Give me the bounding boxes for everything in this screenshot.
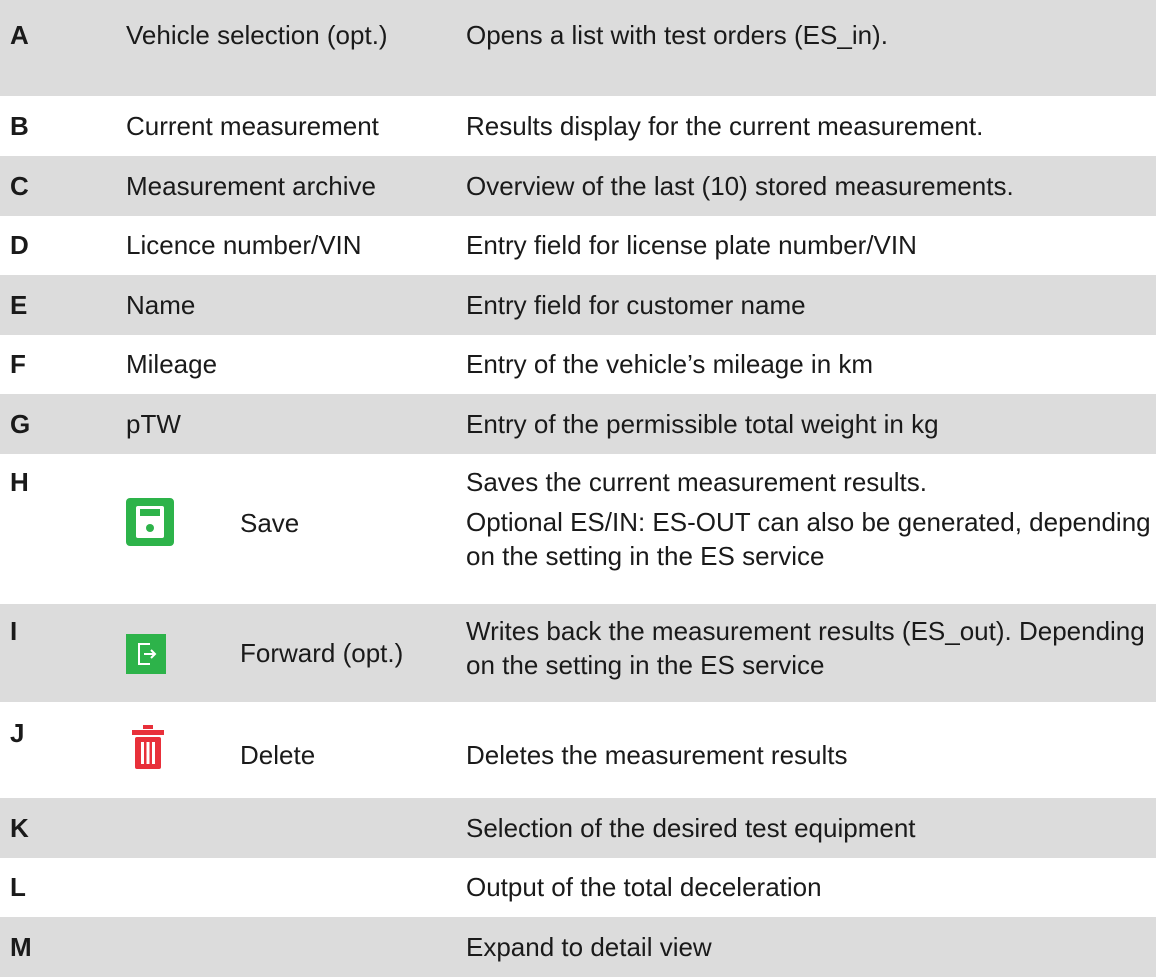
description-text: Entry field for license plate number/VIN <box>466 230 917 260</box>
legend-row-d: D Licence number/VIN Entry field for lic… <box>0 216 1156 275</box>
row-label: Vehicle selection (opt.) <box>126 20 388 50</box>
row-label: Delete <box>240 740 316 770</box>
row-key: C <box>10 171 29 201</box>
row-description: Entry field for license plate number/VIN <box>466 228 1156 262</box>
row-key: I <box>10 616 18 646</box>
legend-row-h: H Save Saves the current measurement res… <box>0 454 1156 604</box>
row-key: M <box>10 932 32 962</box>
row-key: K <box>10 813 29 843</box>
row-description: Entry of the permissible total weight in… <box>466 407 1156 441</box>
row-description: Expand to detail view <box>466 930 1156 964</box>
description-text: Selection of the desired test equipment <box>466 813 916 843</box>
row-label: Measurement archive <box>126 171 376 201</box>
row-label: Current measurement <box>126 111 379 141</box>
row-description: Writes back the measurement results (ES_… <box>466 614 1156 682</box>
row-key: H <box>10 467 29 497</box>
row-label: Mileage <box>126 349 218 379</box>
row-label: Licence number/VIN <box>126 230 362 260</box>
row-description: Output of the total deceleration <box>466 870 1156 904</box>
legend-row-g: G pTW Entry of the permissible total wei… <box>0 394 1156 454</box>
legend-row-m: M Expand to detail view <box>0 917 1156 977</box>
row-key: D <box>10 230 29 260</box>
row-description: Selection of the desired test equipment <box>466 811 1156 845</box>
row-label: pTW <box>126 409 181 439</box>
row-description: Saves the current measurement results. O… <box>466 465 1156 573</box>
legend-row-j: J Delete Deletes the measurement results <box>0 702 1156 798</box>
row-key: E <box>10 290 28 320</box>
row-key: B <box>10 111 29 141</box>
legend-row-f: F Mileage Entry of the vehicle’s mileage… <box>0 335 1156 394</box>
legend-row-e: E Name Entry field for customer name <box>0 275 1156 335</box>
row-description: Entry field for customer name <box>466 288 1156 322</box>
legend-row-k: K Selection of the desired test equipmen… <box>0 798 1156 858</box>
row-key: L <box>10 872 26 902</box>
legend-row-a: A Vehicle selection (opt.) Opens a list … <box>0 0 1156 96</box>
row-description: Results display for the current measurem… <box>466 109 1156 143</box>
description-text: Optional ES/IN: ES-OUT can also be gener… <box>466 507 1151 571</box>
row-label: Forward (opt.) <box>240 638 404 668</box>
description-text: Entry of the permissible total weight in… <box>466 409 939 439</box>
description-text: Deletes the measurement results <box>466 740 848 770</box>
row-description: Entry of the vehicle’s mileage in km <box>466 347 1156 381</box>
delete-icon <box>126 725 170 769</box>
forward-icon <box>126 634 166 674</box>
legend-row-l: L Output of the total deceleration <box>0 858 1156 917</box>
legend-table: A Vehicle selection (opt.) Opens a list … <box>0 0 1156 977</box>
description-text: Expand to detail view <box>466 932 712 962</box>
description-text: Results display for the current measurem… <box>466 111 984 141</box>
row-key: F <box>10 349 26 379</box>
description-text: Overview of the last (10) stored measure… <box>466 171 1014 201</box>
legend-row-c: C Measurement archive Overview of the la… <box>0 156 1156 216</box>
description-text: Entry of the vehicle’s mileage in km <box>466 349 874 379</box>
row-label: Save <box>240 508 300 538</box>
description-text: Entry field for customer name <box>466 290 806 320</box>
save-icon <box>126 498 174 546</box>
description-text: Writes back the measurement results (ES_… <box>466 616 1145 680</box>
row-description: Opens a list with test orders (ES_in). <box>466 18 1156 52</box>
legend-row-b: B Current measurement Results display fo… <box>0 96 1156 156</box>
row-description: Deletes the measurement results <box>466 738 1156 772</box>
row-key: J <box>10 718 25 748</box>
description-text: Output of the total deceleration <box>466 872 822 902</box>
legend-row-i: I Forward (opt.) Writes back the measure… <box>0 604 1156 702</box>
row-description: Overview of the last (10) stored measure… <box>466 169 1156 203</box>
row-key: G <box>10 409 31 439</box>
description-text: Opens a list with test orders (ES_in). <box>466 20 888 50</box>
row-key: A <box>10 20 29 50</box>
description-text: Saves the current measurement results. <box>466 467 927 497</box>
row-label: Name <box>126 290 196 320</box>
